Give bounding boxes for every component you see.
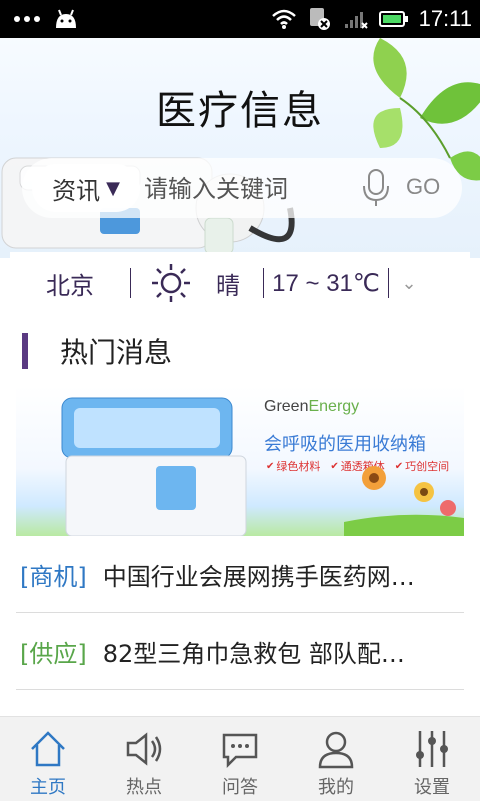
header: 医疗信息 资讯 ▼ GO xyxy=(0,38,480,258)
user-icon xyxy=(318,731,354,769)
tab-qa[interactable]: 问答 xyxy=(192,717,288,801)
status-time: 17:11 xyxy=(418,6,472,31)
status-right: 17:11 xyxy=(271,6,472,32)
wifi-icon xyxy=(271,9,296,29)
news-list: [商机] 中国行业会展网携手医药网… [供应] 82型三角巾急救包 部队配… xyxy=(16,536,464,690)
weather-bar: 北京 晴 17 ~ 31℃ ⌄ xyxy=(10,252,470,314)
banner-brand: GreenEnergy xyxy=(264,398,359,416)
battery-icon xyxy=(378,11,408,27)
tab-home[interactable]: 主页 xyxy=(0,717,96,801)
banner-tag: ✔ 绿色材料 xyxy=(266,458,320,474)
banner-tag-label: 绿色材料 xyxy=(276,460,321,473)
news-title: 82型三角巾急救包 部队配… xyxy=(102,639,405,668)
home-icon xyxy=(31,731,65,767)
check-icon: ✔ xyxy=(330,460,339,472)
tab-label: 主页 xyxy=(30,777,66,798)
bottom-tab-bar: 主页 热点 问答 我的 设置 xyxy=(0,716,480,801)
banner-headline: 会呼吸的医用收纳箱 xyxy=(264,434,426,455)
storage-box-illustration xyxy=(61,397,247,536)
divider xyxy=(130,268,131,298)
microphone-icon[interactable] xyxy=(358,168,394,208)
chevron-down-icon[interactable]: ⌄ xyxy=(389,273,429,294)
section-accent-bar xyxy=(22,333,28,369)
sun-icon xyxy=(152,264,190,302)
promo-banner[interactable]: GreenEnergy 会呼吸的医用收纳箱 ✔ 绿色材料 ✔ 通透箱体 ✔ 巧创空间 xyxy=(16,386,464,536)
search-type-label: 资讯 xyxy=(52,176,101,205)
sliders-icon xyxy=(416,731,448,767)
tab-label: 问答 xyxy=(222,777,258,798)
list-item[interactable]: [供应] 82型三角巾急救包 部队配… xyxy=(16,613,464,690)
brand-suffix: Energy xyxy=(308,398,360,415)
speaker-icon xyxy=(126,732,162,766)
weather-city[interactable]: 北京 xyxy=(10,266,130,301)
section-title: 热门消息 xyxy=(60,336,173,369)
page-title: 医疗信息 xyxy=(156,88,324,134)
search-input[interactable] xyxy=(142,168,346,210)
tab-settings[interactable]: 设置 xyxy=(384,717,480,801)
status-left xyxy=(12,8,80,30)
check-icon: ✔ xyxy=(266,460,275,472)
caret-down-icon: ▼ xyxy=(106,177,120,199)
go-button[interactable]: GO xyxy=(406,174,440,200)
weather-temperature: 17 ~ 31℃ xyxy=(272,269,380,297)
tab-mine[interactable]: 我的 xyxy=(288,717,384,801)
weather-condition: 晴 xyxy=(216,271,240,300)
list-item[interactable]: [商机] 中国行业会展网携手医药网… xyxy=(16,536,464,613)
tab-label: 热点 xyxy=(126,777,162,798)
news-title: 中国行业会展网携手医药网… xyxy=(102,562,415,591)
app: 医疗信息 资讯 ▼ GO 北京 晴 xyxy=(0,38,480,801)
brand-prefix: Green xyxy=(264,398,309,415)
section-header: 热门消息 xyxy=(22,332,172,370)
signal-icon xyxy=(344,12,368,29)
news-tag: [供应] xyxy=(20,639,87,668)
tab-label: 我的 xyxy=(318,777,354,798)
sim-blocked-icon xyxy=(309,8,330,30)
more-dots-icon xyxy=(14,16,40,22)
news-tag: [商机] xyxy=(20,562,87,591)
chat-icon xyxy=(222,733,258,769)
search-type-dropdown[interactable]: 资讯 ▼ xyxy=(32,164,140,212)
search-bar: 资讯 ▼ GO xyxy=(22,158,462,218)
tab-label: 设置 xyxy=(414,777,450,798)
android-icon xyxy=(56,9,76,28)
tab-hot[interactable]: 热点 xyxy=(96,717,192,801)
status-bar: 17:11 xyxy=(0,0,480,38)
flowers-decoration xyxy=(344,466,464,536)
